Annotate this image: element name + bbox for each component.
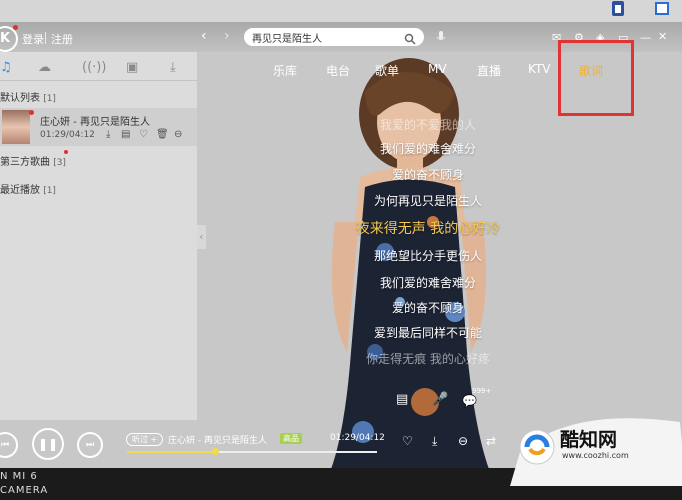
cloud-icon[interactable]: ☁ xyxy=(38,60,51,75)
heart-icon[interactable]: ♡ xyxy=(402,434,413,448)
now-playing-title: 庄心妍 - 再见只是陌生人 xyxy=(168,436,267,446)
lyric-line: 我爱的不爱我的人 xyxy=(379,118,476,132)
mv-icon[interactable]: ▤ xyxy=(121,129,130,140)
music-player-window: K 登录 注册 ‹ › 再见只是陌生人 ✉ ⚙ ◈ ▭ — ✕ ♫ ☁ ((·)… xyxy=(0,0,682,500)
download-icon[interactable]: ⤓ xyxy=(170,60,176,75)
divider xyxy=(45,32,46,44)
lyric-line: 你走得无痕 我的心好疼 xyxy=(366,352,490,366)
album-thumbnail xyxy=(2,110,30,144)
background-strip xyxy=(0,0,682,22)
lyric-line-current: 夜来得无声 我的心好冷 xyxy=(355,221,501,237)
watermark-url: www.coozhi.com xyxy=(562,451,629,460)
back-button[interactable]: ‹ xyxy=(201,28,207,44)
lyric-line: 为何再见只是陌生人 xyxy=(373,194,482,208)
microphone-icon[interactable]: 🎤 xyxy=(432,392,448,407)
camera-watermark-label: CAMERA xyxy=(0,485,49,496)
tab-ktv[interactable]: KTV xyxy=(528,62,550,76)
desktop-cursor-icon xyxy=(608,0,630,18)
search-value: 再见只是陌生人 xyxy=(252,34,322,45)
notification-dot xyxy=(13,25,18,30)
song-time: 01:29/04:12 xyxy=(40,130,95,140)
collapse-panel-button[interactable]: ‹ xyxy=(197,225,206,249)
remove-icon[interactable]: ⊖ xyxy=(174,129,182,140)
lyric-line: 爱到最后同样不可能 xyxy=(373,326,482,340)
tab-playlists[interactable]: 歌单 xyxy=(375,62,399,79)
tab-library[interactable]: 乐库 xyxy=(273,62,297,79)
radio-icon[interactable]: ((·)) xyxy=(82,60,106,75)
divider xyxy=(0,80,197,81)
notification-dot xyxy=(29,110,34,115)
playback-time: 01:29/04:12 xyxy=(330,433,385,443)
next-button[interactable]: ⏭ xyxy=(77,432,103,458)
comment-count: 999+ xyxy=(472,387,492,395)
login-link[interactable]: 登录 xyxy=(22,31,44,47)
download-icon[interactable]: ⤓ xyxy=(106,129,110,140)
music-note-icon[interactable]: ♫ xyxy=(0,60,12,75)
tab-radio[interactable]: 电台 xyxy=(326,62,350,79)
annotation-highlight-box xyxy=(558,40,634,116)
comment-icon[interactable]: 💬 xyxy=(462,394,477,408)
minimize-icon[interactable]: — xyxy=(640,31,651,44)
lyric-poster-icon[interactable]: ▤ xyxy=(396,392,408,407)
search-icon[interactable] xyxy=(404,30,416,49)
close-icon[interactable]: ✕ xyxy=(658,30,667,43)
camera-watermark-model: N MI 6 xyxy=(0,471,38,482)
progress-fill xyxy=(127,451,215,453)
lyric-line: 那绝望比分手更伤人 xyxy=(373,249,482,263)
song-title: 庄心妍 - 再见只是陌生人 xyxy=(40,117,150,128)
microphone-icon[interactable] xyxy=(436,29,446,48)
heart-icon[interactable]: ♡ xyxy=(139,129,148,140)
lyric-line: 爱的奋不顾身 xyxy=(391,301,464,315)
device-icon[interactable]: ▣ xyxy=(126,60,138,75)
playlist-third-party[interactable]: 第三方歌曲 [3] xyxy=(0,153,66,168)
remove-icon[interactable]: ⊖ xyxy=(458,434,468,448)
playlist-default[interactable]: 默认列表 [1] xyxy=(0,89,56,104)
register-link[interactable]: 注册 xyxy=(51,31,73,47)
forward-button[interactable]: › xyxy=(224,28,230,44)
lyric-line: 我们爱的难舍难分 xyxy=(379,142,476,156)
desktop-app-icon[interactable] xyxy=(652,0,672,18)
quality-badge[interactable]: 高品 xyxy=(280,433,302,444)
notification-dot xyxy=(64,150,68,154)
tab-mv[interactable]: MV xyxy=(428,62,447,76)
lyric-line: 我们爱的难舍难分 xyxy=(379,276,476,290)
fav-button[interactable]: 听过 + xyxy=(126,433,164,446)
lyric-line: 爱的奋不顾身 xyxy=(391,168,464,182)
download-icon[interactable]: ⤓ xyxy=(432,434,437,449)
playlist-recent[interactable]: 最近播放 [1] xyxy=(0,181,56,196)
pause-button[interactable]: ❚❚ xyxy=(32,428,64,460)
progress-handle[interactable] xyxy=(211,448,219,455)
watermark-brand: 酷知网 xyxy=(560,429,618,451)
trash-icon[interactable]: 🗑 xyxy=(156,129,169,140)
tab-live[interactable]: 直播 xyxy=(477,62,501,79)
shuffle-icon[interactable]: ⇄ xyxy=(486,434,496,448)
